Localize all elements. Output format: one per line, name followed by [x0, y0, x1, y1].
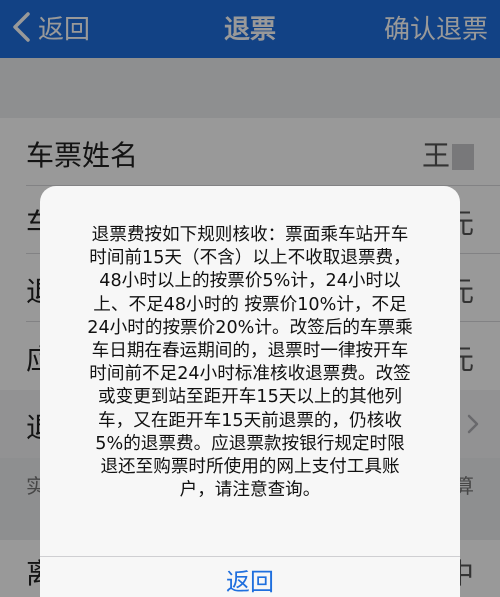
dialog-message: 退票费按如下规则核收：票面乘车站开车 时间前15天（不含）以上不收取退票费， 4…	[87, 225, 413, 501]
dialog-divider	[40, 556, 460, 557]
refund-rules-dialog: 退票费按如下规则核收：票面乘车站开车 时间前15天（不含）以上不收取退票费， 4…	[40, 186, 460, 597]
dialog-return-button[interactable]: 返回	[40, 562, 460, 597]
